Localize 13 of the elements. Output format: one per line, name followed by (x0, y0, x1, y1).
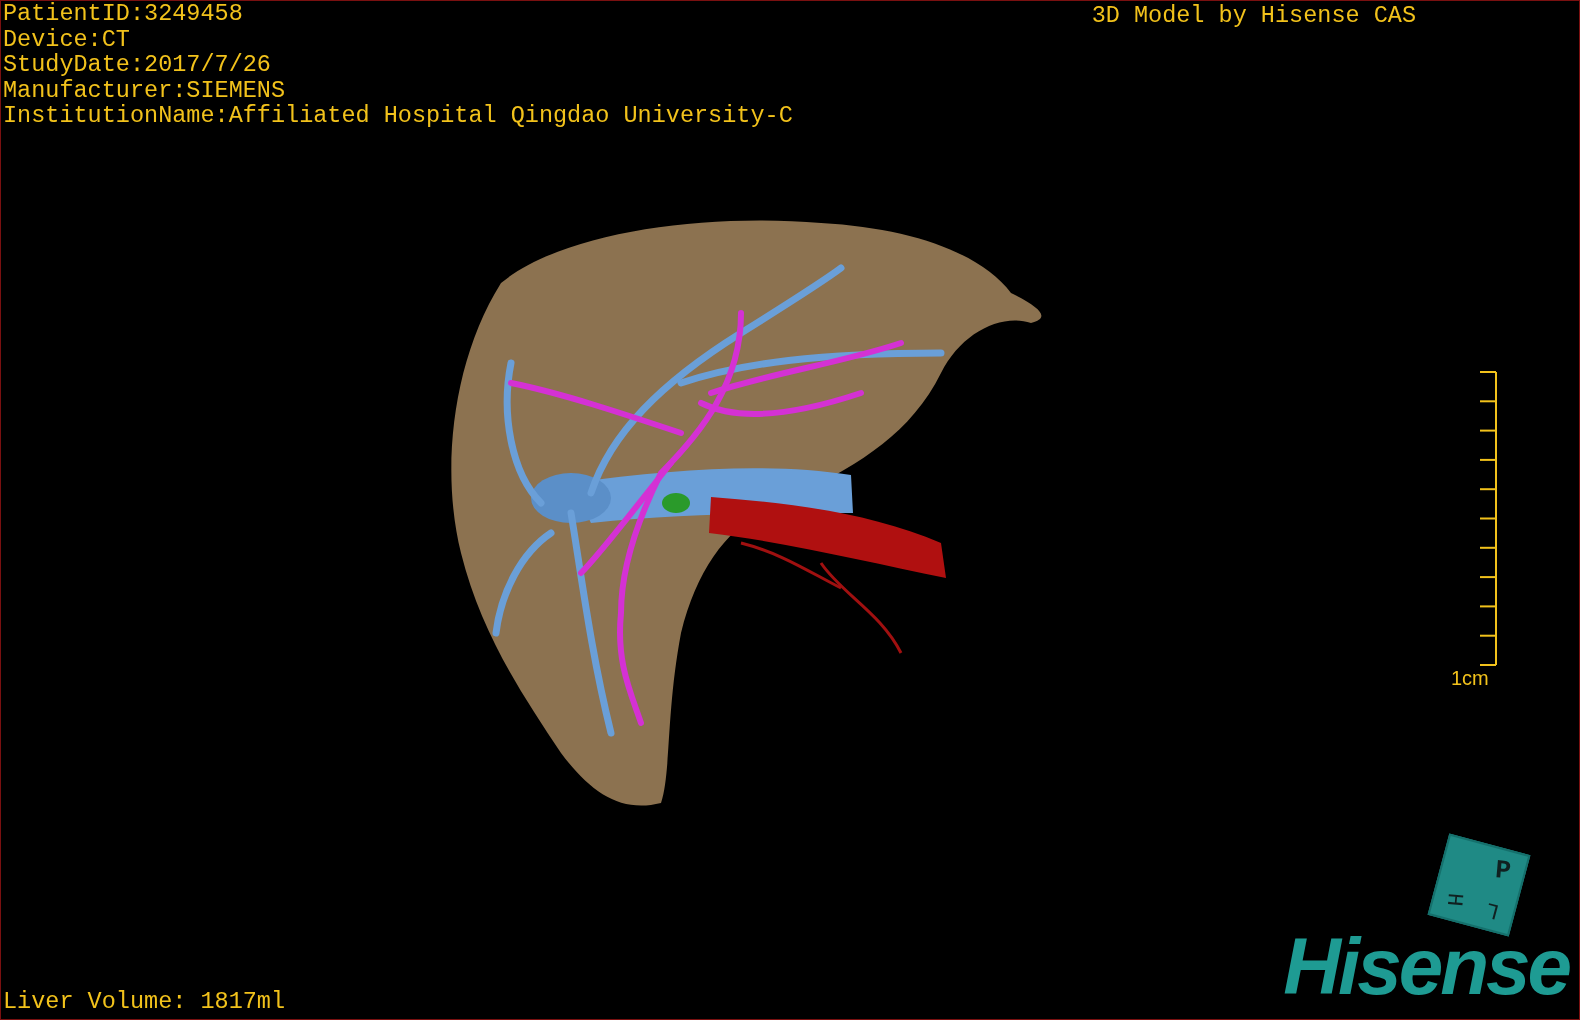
scale-label: 1cm (1451, 667, 1489, 689)
patient-info-line: StudyDate:2017/7/26 (2, 52, 272, 78)
liver-volume: Liver Volume: 1817ml (2, 987, 286, 1017)
patient-info-line: Device:CT (2, 26, 131, 52)
cube-face-label: L (1482, 894, 1504, 926)
patient-info-line: InstitutionName:Affiliated Hospital Qingdao University-C (2, 103, 793, 129)
cube-face-label: P (1494, 853, 1513, 888)
viewer-canvas[interactable]: PatientID:3249458 Device:CT StudyDate:2017/7/26 Manufacturer:SIEMENS InstitutionName:Affiliated Hospital Qingdao University-C 3D Model by Hisense CAS 1cm P H L Liver Volume: 1817ml Hisense (0, 0, 1580, 1020)
model-credit: 3D Model by Hisense CAS (1091, 1, 1416, 31)
cube-face-label: H (1440, 891, 1469, 908)
orientation-cube[interactable]: P H L (1427, 833, 1531, 937)
patient-info-line: PatientID:3249458 (2, 1, 244, 27)
patient-info-line: Manufacturer:SIEMENS (2, 77, 287, 103)
